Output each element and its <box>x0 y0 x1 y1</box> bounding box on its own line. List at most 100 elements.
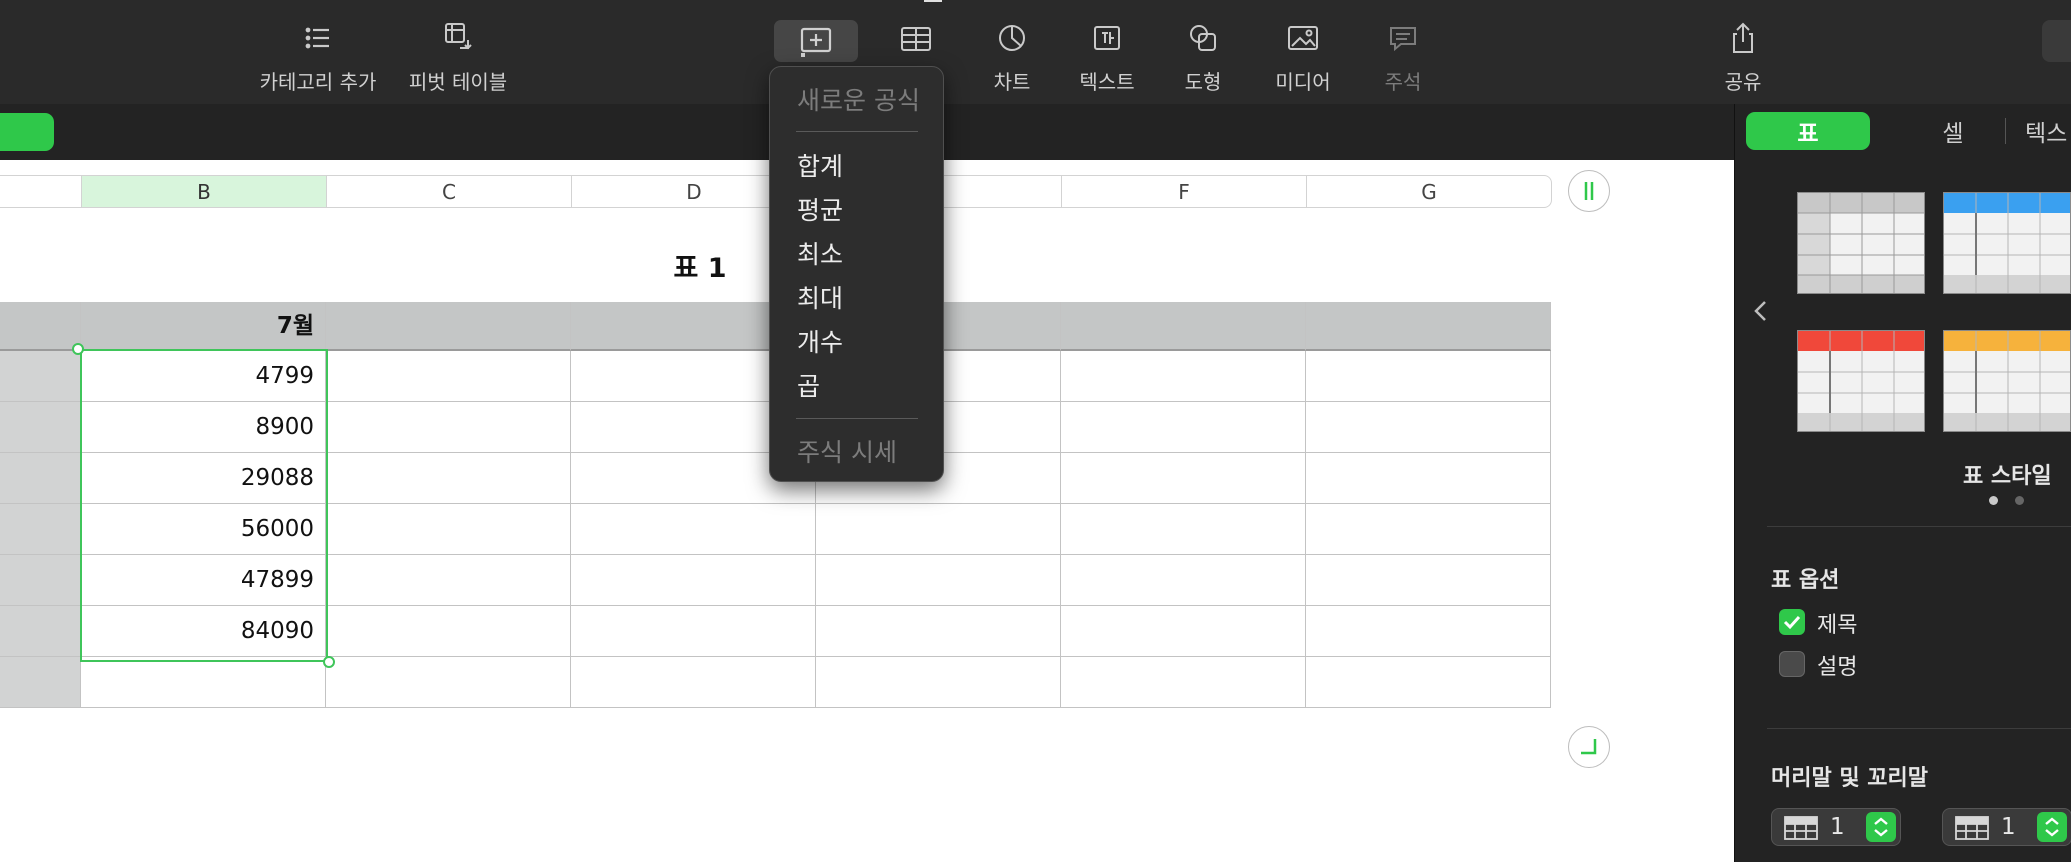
table-cell[interactable] <box>816 606 1061 657</box>
table-cell[interactable]: 4799 <box>81 351 326 402</box>
table-cell[interactable]: 8900 <box>81 402 326 453</box>
menu-item-product[interactable]: 곱 <box>797 367 820 403</box>
menu-item-sum[interactable]: 합계 <box>797 147 843 183</box>
blue-style-preview <box>1944 193 2070 293</box>
table-cell[interactable] <box>1306 606 1551 657</box>
freeze-column-button[interactable] <box>1568 170 1610 212</box>
column-header-b[interactable]: B <box>81 175 327 208</box>
table-cell[interactable] <box>816 555 1061 606</box>
row-header-cell[interactable] <box>0 453 81 504</box>
caption-checkbox[interactable] <box>1779 651 1805 677</box>
table-cell[interactable] <box>1061 351 1306 402</box>
header-cell[interactable] <box>1061 302 1306 351</box>
table-cell[interactable] <box>816 504 1061 555</box>
table-style-gray[interactable] <box>1797 192 1925 294</box>
add-category-button[interactable]: 카테고리 추가 <box>243 18 393 95</box>
tab-table[interactable]: 표 <box>1746 112 1870 150</box>
active-sheet-tab[interactable] <box>0 113 54 151</box>
selection-handle-top-left[interactable] <box>72 343 84 355</box>
table-cell[interactable] <box>1306 657 1551 708</box>
comment-button[interactable]: 주석 <box>1328 18 1478 95</box>
column-header-f[interactable]: F <box>1061 175 1307 208</box>
cell-value: 56000 <box>240 516 314 542</box>
header-cell[interactable] <box>326 302 571 351</box>
orange-style-preview <box>1944 331 2070 431</box>
toolbar-edge-button[interactable] <box>2042 20 2071 62</box>
tab-text[interactable]: 텍스 <box>2025 112 2071 150</box>
header-cell[interactable] <box>1306 302 1551 351</box>
chart-icon <box>999 25 1025 51</box>
column-header-a[interactable] <box>0 175 82 208</box>
table-cell[interactable] <box>1061 606 1306 657</box>
column-label: G <box>1421 179 1437 204</box>
menu-item-average[interactable]: 평균 <box>797 191 843 227</box>
header-rows-arrows[interactable] <box>1866 812 1896 842</box>
table-style-blue[interactable] <box>1943 192 2071 294</box>
table-cell[interactable] <box>571 555 816 606</box>
page-dot-active[interactable] <box>1989 496 1998 505</box>
table-cell[interactable] <box>326 351 571 402</box>
table-cell[interactable] <box>571 504 816 555</box>
column-label: C <box>442 179 456 204</box>
menu-divider <box>796 131 918 132</box>
row-header-cell[interactable] <box>0 606 81 657</box>
column-header-g[interactable]: G <box>1306 175 1552 208</box>
selection-handle-bottom-right[interactable] <box>323 656 335 668</box>
table-cell[interactable] <box>571 606 816 657</box>
pivot-table-button[interactable]: 피벗 테이블 <box>383 18 533 95</box>
tab-divider <box>2005 118 2006 144</box>
table-cell[interactable] <box>326 402 571 453</box>
page-dot[interactable] <box>2015 496 2024 505</box>
table-cell[interactable] <box>1061 453 1306 504</box>
share-button[interactable]: 공유 <box>1668 18 1818 95</box>
table-cell[interactable] <box>326 555 571 606</box>
table-cell[interactable] <box>1061 402 1306 453</box>
footer-rows-stepper[interactable]: 1 <box>1942 808 2071 846</box>
table-cell[interactable]: 47899 <box>81 555 326 606</box>
menu-item-minimum[interactable]: 최소 <box>797 235 843 271</box>
title-checkbox[interactable] <box>1779 609 1805 635</box>
header-rows-stepper[interactable]: 1 <box>1771 808 1901 846</box>
sidebar-divider <box>1767 526 2071 527</box>
table-cell[interactable] <box>1061 555 1306 606</box>
row-header-cell[interactable] <box>0 504 81 555</box>
table-cell[interactable] <box>571 657 816 708</box>
toolbar: 카테고리 추가 피벗 테이블 차트 텍스트 도형 미디어 주석 공유 <box>0 0 2071 105</box>
row-header-cell[interactable] <box>0 402 81 453</box>
table-style-red[interactable] <box>1797 330 1925 432</box>
table-cell[interactable] <box>326 504 571 555</box>
table-cell[interactable] <box>1306 402 1551 453</box>
column-header-c[interactable]: C <box>326 175 572 208</box>
row-header-cell[interactable] <box>0 657 81 708</box>
table-cell[interactable] <box>326 606 571 657</box>
table-resize-button[interactable] <box>1568 726 1610 768</box>
row-header-cell[interactable] <box>0 555 81 606</box>
gray-style-preview <box>1798 193 1924 293</box>
table-cell[interactable]: 56000 <box>81 504 326 555</box>
table-cell[interactable] <box>326 453 571 504</box>
menu-item-maximum[interactable]: 최대 <box>797 279 843 315</box>
table-cell[interactable] <box>1061 657 1306 708</box>
chevron-left-icon[interactable] <box>1751 298 1771 324</box>
table-cell[interactable] <box>1306 453 1551 504</box>
chevron-up-down-icon <box>1874 817 1888 837</box>
table-cell[interactable]: 29088 <box>81 453 326 504</box>
cell-value: 8900 <box>255 414 314 440</box>
table-cell[interactable] <box>326 657 571 708</box>
header-row-corner[interactable] <box>0 302 81 351</box>
footer-rows-arrows[interactable] <box>2037 812 2067 842</box>
table-cell[interactable] <box>1306 351 1551 402</box>
table-cell[interactable] <box>81 657 326 708</box>
table-cell[interactable] <box>1061 504 1306 555</box>
table-cell[interactable] <box>816 657 1061 708</box>
table-title[interactable]: 표 1 <box>650 246 750 285</box>
tab-cell[interactable]: 셀 <box>1903 112 2003 150</box>
header-footer-title: 머리말 및 꼬리말 <box>1771 766 1928 791</box>
table-cell[interactable]: 84090 <box>81 606 326 657</box>
row-header-cell[interactable] <box>0 351 81 402</box>
menu-item-count[interactable]: 개수 <box>797 323 843 359</box>
table-style-orange[interactable] <box>1943 330 2071 432</box>
table-cell[interactable] <box>1306 555 1551 606</box>
header-cell[interactable]: 7월 <box>81 302 326 351</box>
table-cell[interactable] <box>1306 504 1551 555</box>
